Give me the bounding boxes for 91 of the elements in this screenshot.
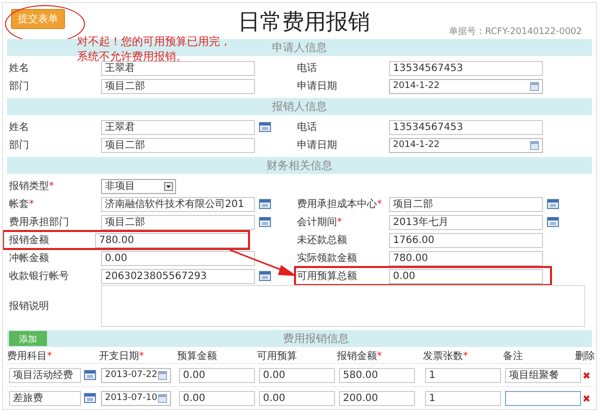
input-field[interactable]: 项目组聚餐 <box>505 368 581 382</box>
input-field[interactable]: 项目二部 <box>101 138 255 152</box>
field-label: 申请日期 <box>297 81 337 92</box>
section-header: 报销人信息 <box>7 98 592 115</box>
field-label: 申请日期 <box>297 140 337 151</box>
required-mark: * <box>377 199 382 210</box>
date-field[interactable]: 2013-07-22 <box>101 368 171 382</box>
calendar-icon[interactable] <box>530 140 539 150</box>
delete-icon[interactable] <box>582 372 590 378</box>
input-field[interactable]: 0.00 <box>101 250 255 266</box>
required-mark: * <box>337 217 342 228</box>
calendar-icon[interactable] <box>158 394 167 402</box>
field-label: 姓名 <box>9 122 29 133</box>
field-label: 报销金额 <box>337 351 377 362</box>
input-field[interactable]: 2063023805567293 <box>101 268 255 284</box>
required-mark: * <box>463 351 468 362</box>
input-field[interactable]: 项目二部 <box>101 78 255 94</box>
input-field[interactable]: 580.00 <box>339 368 415 382</box>
input-field[interactable] <box>505 390 581 406</box>
field-label: 姓名 <box>9 63 29 74</box>
pointer-arrow <box>230 249 297 276</box>
input-field[interactable]: 1 <box>425 390 501 406</box>
input-field[interactable]: 780.00 <box>95 232 249 248</box>
input-field[interactable]: 项目活动经费 <box>9 368 81 382</box>
input-field[interactable]: 0.00 <box>259 390 335 406</box>
lookup-icon[interactable] <box>84 393 96 403</box>
date-field[interactable]: 2014-1-22 <box>389 138 543 152</box>
input-field[interactable]: 0.00 <box>179 368 255 382</box>
field-label: 冲帐金额 <box>9 253 49 264</box>
field-label: 帐套 <box>9 199 29 210</box>
field-label: 实际领款金额 <box>297 253 357 264</box>
lookup-icon[interactable] <box>259 122 271 132</box>
field-label: 删除 <box>575 351 595 362</box>
input-field[interactable]: 0.00 <box>389 268 543 284</box>
delete-icon[interactable] <box>582 394 590 402</box>
field-label: 未还款总额 <box>297 235 347 246</box>
required-mark: * <box>47 351 52 362</box>
field-label: 备注 <box>503 351 523 362</box>
field-label: 电话 <box>297 63 317 74</box>
input-field[interactable]: 2013年七月 <box>389 214 543 230</box>
lookup-icon[interactable] <box>259 271 271 281</box>
warning-message: 系统不允许费用报销。 <box>77 49 187 63</box>
date-field[interactable]: 2014-1-22 <box>389 78 543 94</box>
required-mark: * <box>49 181 54 192</box>
required-mark: * <box>29 199 34 210</box>
lookup-icon[interactable] <box>547 217 559 227</box>
field-label: 费用科目 <box>7 351 47 362</box>
field-label: 报销类型 <box>9 181 49 192</box>
input-field[interactable]: 王翠君 <box>101 120 255 134</box>
field-label: 部门 <box>9 140 29 151</box>
lookup-icon[interactable] <box>547 199 559 209</box>
lookup-icon[interactable] <box>259 217 271 227</box>
section-header: 费用报销信息 <box>283 331 349 346</box>
date-field[interactable]: 2013-07-10 <box>101 390 171 406</box>
page-title: 日常费用报销 <box>238 9 370 37</box>
field-label: 报销说明 <box>9 301 49 312</box>
input-field[interactable]: 0.00 <box>259 368 335 382</box>
lookup-icon[interactable] <box>84 370 96 380</box>
input-field[interactable]: 13534567453 <box>389 120 543 134</box>
input-field[interactable]: 济南融信软件技术有限公司201 <box>101 196 255 212</box>
input-field[interactable]: 780.00 <box>389 250 543 266</box>
input-field[interactable]: 项目二部 <box>101 214 255 230</box>
field-label: 费用承担成本中心 <box>297 199 377 210</box>
calendar-icon[interactable] <box>530 82 539 90</box>
input-field[interactable]: 1 <box>425 368 501 382</box>
input-field[interactable]: 200.00 <box>339 390 415 406</box>
section-header: 财务相关信息 <box>7 157 592 174</box>
field-label: 可用预算总额 <box>297 271 357 282</box>
input-field[interactable]: 13534567453 <box>389 60 543 76</box>
document-number: 单据号：RCFY-20140122-0002 <box>449 26 582 38</box>
input-field[interactable]: 差旅费 <box>9 390 81 406</box>
field-label: 电话 <box>297 122 317 133</box>
required-mark: * <box>377 351 382 362</box>
input-field[interactable]: 1766.00 <box>389 232 543 248</box>
select-field[interactable]: 非项目 <box>101 178 176 194</box>
warning-message: 对不起！您的可用预算已用完， <box>77 34 231 49</box>
field-label: 可用预算 <box>257 351 297 362</box>
field-label: 收款银行帐号 <box>9 271 69 282</box>
field-label: 费用承担部门 <box>9 217 69 228</box>
field-label: 发票张数 <box>423 351 463 362</box>
field-label: 部门 <box>9 81 29 92</box>
input-field[interactable]: 0.00 <box>179 390 255 406</box>
input-field[interactable]: 项目二部 <box>389 196 543 212</box>
required-mark: * <box>139 351 144 362</box>
lookup-icon[interactable] <box>259 199 271 209</box>
field-label: 开支日期 <box>99 351 139 362</box>
field-label: 预算金额 <box>177 351 217 362</box>
calendar-icon[interactable] <box>158 370 167 380</box>
input-field[interactable]: 王翠君 <box>101 60 255 76</box>
field-label: 会计期间 <box>297 217 337 228</box>
field-label: 报销金额 <box>9 235 49 246</box>
